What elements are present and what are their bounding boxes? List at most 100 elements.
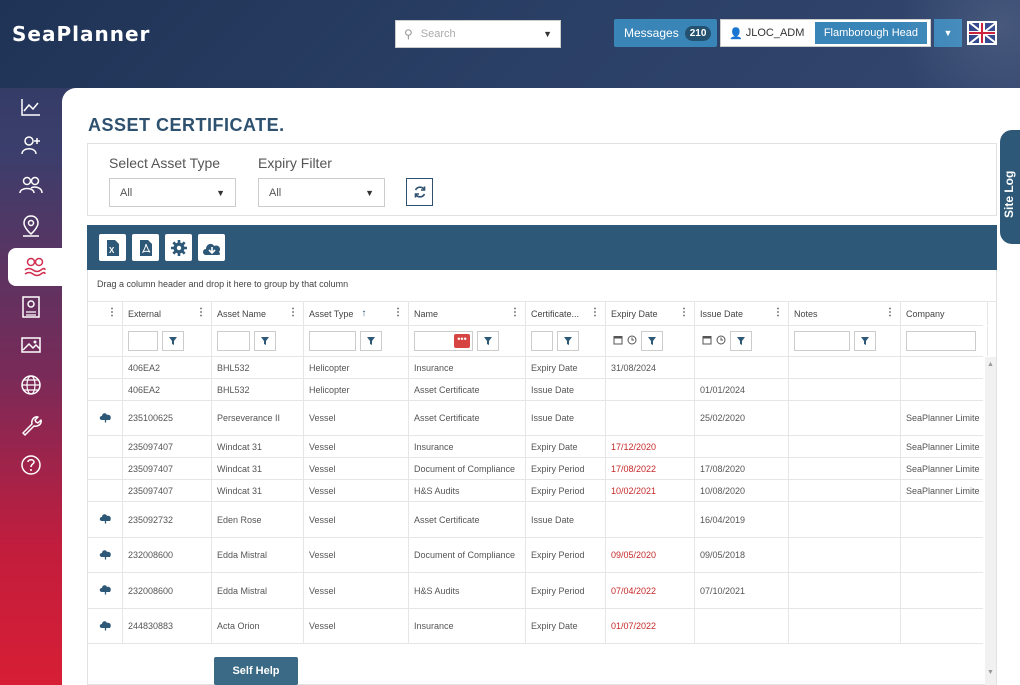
cell-name: Asset Certificate: [409, 379, 526, 400]
refresh-button[interactable]: [406, 178, 433, 206]
cloud-upload-icon[interactable]: [99, 513, 112, 526]
sort-ascending-icon[interactable]: ↑: [361, 308, 366, 319]
column-menu-icon[interactable]: ⋮: [107, 307, 117, 318]
column-filter-input[interactable]: [906, 331, 976, 351]
filter-funnel-button[interactable]: [557, 331, 579, 351]
header-cell-asset-type[interactable]: Asset Type ↑ ⋮: [304, 302, 409, 325]
table-row[interactable]: 235097407 Windcat 31 Vessel Insurance Expiry…: [88, 436, 988, 458]
id-card-icon[interactable]: [8, 288, 54, 326]
wrench-icon[interactable]: [8, 406, 54, 444]
column-menu-icon[interactable]: ⋮: [590, 307, 600, 318]
settings-button[interactable]: [165, 234, 192, 261]
column-filter-input[interactable]: [128, 331, 158, 351]
asset-type-select[interactable]: All ▼: [109, 178, 236, 207]
table-row[interactable]: 235092732 Eden Rose Vessel Asset Certificat…: [88, 502, 988, 538]
grid-vertical-scrollbar[interactable]: ▲ ▼: [985, 357, 996, 685]
header-cell-issue-date[interactable]: Issue Date ⋮: [695, 302, 789, 325]
cell-certificate: Expiry Date: [526, 357, 606, 378]
filter-funnel-button[interactable]: [360, 331, 382, 351]
refresh-icon: [414, 186, 425, 198]
help-icon[interactable]: [8, 446, 54, 484]
cloud-upload-icon[interactable]: [99, 584, 112, 597]
column-filter-input[interactable]: [531, 331, 553, 351]
header-cell-external[interactable]: External ⋮: [123, 302, 212, 325]
site-name-button[interactable]: Flamborough Head: [814, 22, 927, 44]
scroll-up-arrow-icon[interactable]: ▲: [985, 361, 996, 371]
user-menu-dropdown-button[interactable]: ▼: [934, 19, 962, 47]
column-menu-icon[interactable]: ⋮: [196, 307, 206, 318]
table-row[interactable]: 406EA2 BHL532 Helicopter Asset Certificate I…: [88, 379, 988, 401]
column-menu-icon[interactable]: ⋮: [773, 307, 783, 318]
image-icon[interactable]: [8, 326, 54, 364]
column-menu-icon[interactable]: ⋮: [393, 307, 403, 318]
export-excel-button[interactable]: X: [99, 234, 126, 261]
uk-flag-icon[interactable]: [967, 21, 997, 45]
chevron-down-icon[interactable]: ▼: [543, 29, 552, 39]
certificate-icon[interactable]: [8, 248, 62, 286]
grid-header-row: ⋮ External ⋮ Asset Name ⋮ Asset Type ↑ ⋮ Name ⋮ Ce…: [88, 302, 988, 326]
column-menu-icon[interactable]: ⋮: [679, 307, 689, 318]
header-cell-certificate[interactable]: Certificate... ⋮: [526, 302, 606, 325]
header-cell-company[interactable]: Company: [901, 302, 988, 325]
globe-icon[interactable]: [8, 366, 54, 404]
table-row[interactable]: 235097407 Windcat 31 Vessel Document of Com…: [88, 458, 988, 480]
table-row[interactable]: 244830883 Acta Orion Vessel Insurance Expiry…: [88, 609, 988, 644]
table-row[interactable]: 406EA2 BHL532 Helicopter Insurance Expiry Da…: [88, 357, 988, 379]
filter-funnel-button[interactable]: [477, 331, 499, 351]
cell-expiry-date: 31/08/2024: [606, 357, 695, 378]
column-filter-input[interactable]: [217, 331, 250, 351]
top-bar: SeaPlanner ⚲ Search ▼ Messages 210 👤 JLO…: [0, 0, 1020, 88]
cloud-upload-icon[interactable]: [99, 620, 112, 633]
cloud-upload-icon[interactable]: [99, 549, 112, 562]
cell-notes: [789, 436, 901, 457]
table-row[interactable]: 232008600 Edda Mistral Vessel Document of C…: [88, 538, 988, 573]
clock-icon[interactable]: [716, 335, 726, 347]
export-pdf-button[interactable]: [132, 234, 159, 261]
app-logo[interactable]: SeaPlanner: [12, 22, 150, 46]
expiry-filter-select[interactable]: All ▼: [258, 178, 385, 207]
table-row[interactable]: 232008600 Edda Mistral Vessel H&S Audits Exp…: [88, 573, 988, 609]
cloud-upload-icon[interactable]: [99, 412, 112, 425]
cell-expiry-date: [606, 401, 695, 435]
filter-funnel-button[interactable]: [162, 331, 184, 351]
filter-funnel-button[interactable]: [854, 331, 876, 351]
users-icon[interactable]: [8, 166, 54, 204]
column-menu-icon[interactable]: ⋮: [885, 307, 895, 318]
download-button[interactable]: [198, 234, 225, 261]
cell-issue-date: 09/05/2018: [695, 538, 789, 572]
scroll-down-arrow-icon[interactable]: ▼: [985, 669, 996, 679]
clock-icon[interactable]: [627, 335, 637, 347]
chart-icon[interactable]: [8, 88, 54, 126]
header-cell-notes[interactable]: Notes ⋮: [789, 302, 901, 325]
table-row[interactable]: 235100625 Perseverance II Vessel Asset Cert…: [88, 401, 988, 436]
column-filter-input[interactable]: [309, 331, 356, 351]
messages-button[interactable]: Messages 210: [614, 19, 717, 47]
column-menu-icon[interactable]: ⋮: [510, 307, 520, 318]
header-cell-asset-name[interactable]: Asset Name ⋮: [212, 302, 304, 325]
site-log-tab[interactable]: Site Log: [998, 128, 1020, 246]
filter-funnel-button[interactable]: [641, 331, 663, 351]
add-user-icon[interactable]: [8, 126, 54, 164]
calendar-icon[interactable]: [613, 335, 623, 347]
funnel-icon: [737, 337, 745, 345]
cell-external: 406EA2: [123, 379, 212, 400]
cell-issue-date: 17/08/2020: [695, 458, 789, 479]
column-filter-input[interactable]: [794, 331, 850, 351]
search-box[interactable]: ⚲ Search ▼: [395, 20, 561, 48]
column-menu-icon[interactable]: ⋮: [288, 307, 298, 318]
group-by-drop-area[interactable]: Drag a column header and drop it here to…: [88, 270, 996, 302]
filter-funnel-button[interactable]: [730, 331, 752, 351]
location-pin-icon[interactable]: [8, 207, 54, 245]
header-cell-expiry-date[interactable]: Expiry Date ⋮: [606, 302, 695, 325]
calendar-icon[interactable]: [702, 335, 712, 347]
ellipsis-icon[interactable]: •••: [454, 334, 470, 348]
self-help-button[interactable]: Self Help: [214, 657, 298, 685]
filter-funnel-button[interactable]: [254, 331, 276, 351]
user-site-selector[interactable]: 👤 JLOC_ADM Flamborough Head: [720, 19, 931, 47]
column-filter-input[interactable]: •••: [414, 331, 473, 351]
cell-company: [901, 379, 988, 400]
cell-company: SeaPlanner Limite: [901, 458, 988, 479]
header-cell-name[interactable]: Name ⋮: [409, 302, 526, 325]
table-row[interactable]: 235097407 Windcat 31 Vessel H&S Audits Expir…: [88, 480, 988, 502]
cell-company: [901, 609, 988, 643]
